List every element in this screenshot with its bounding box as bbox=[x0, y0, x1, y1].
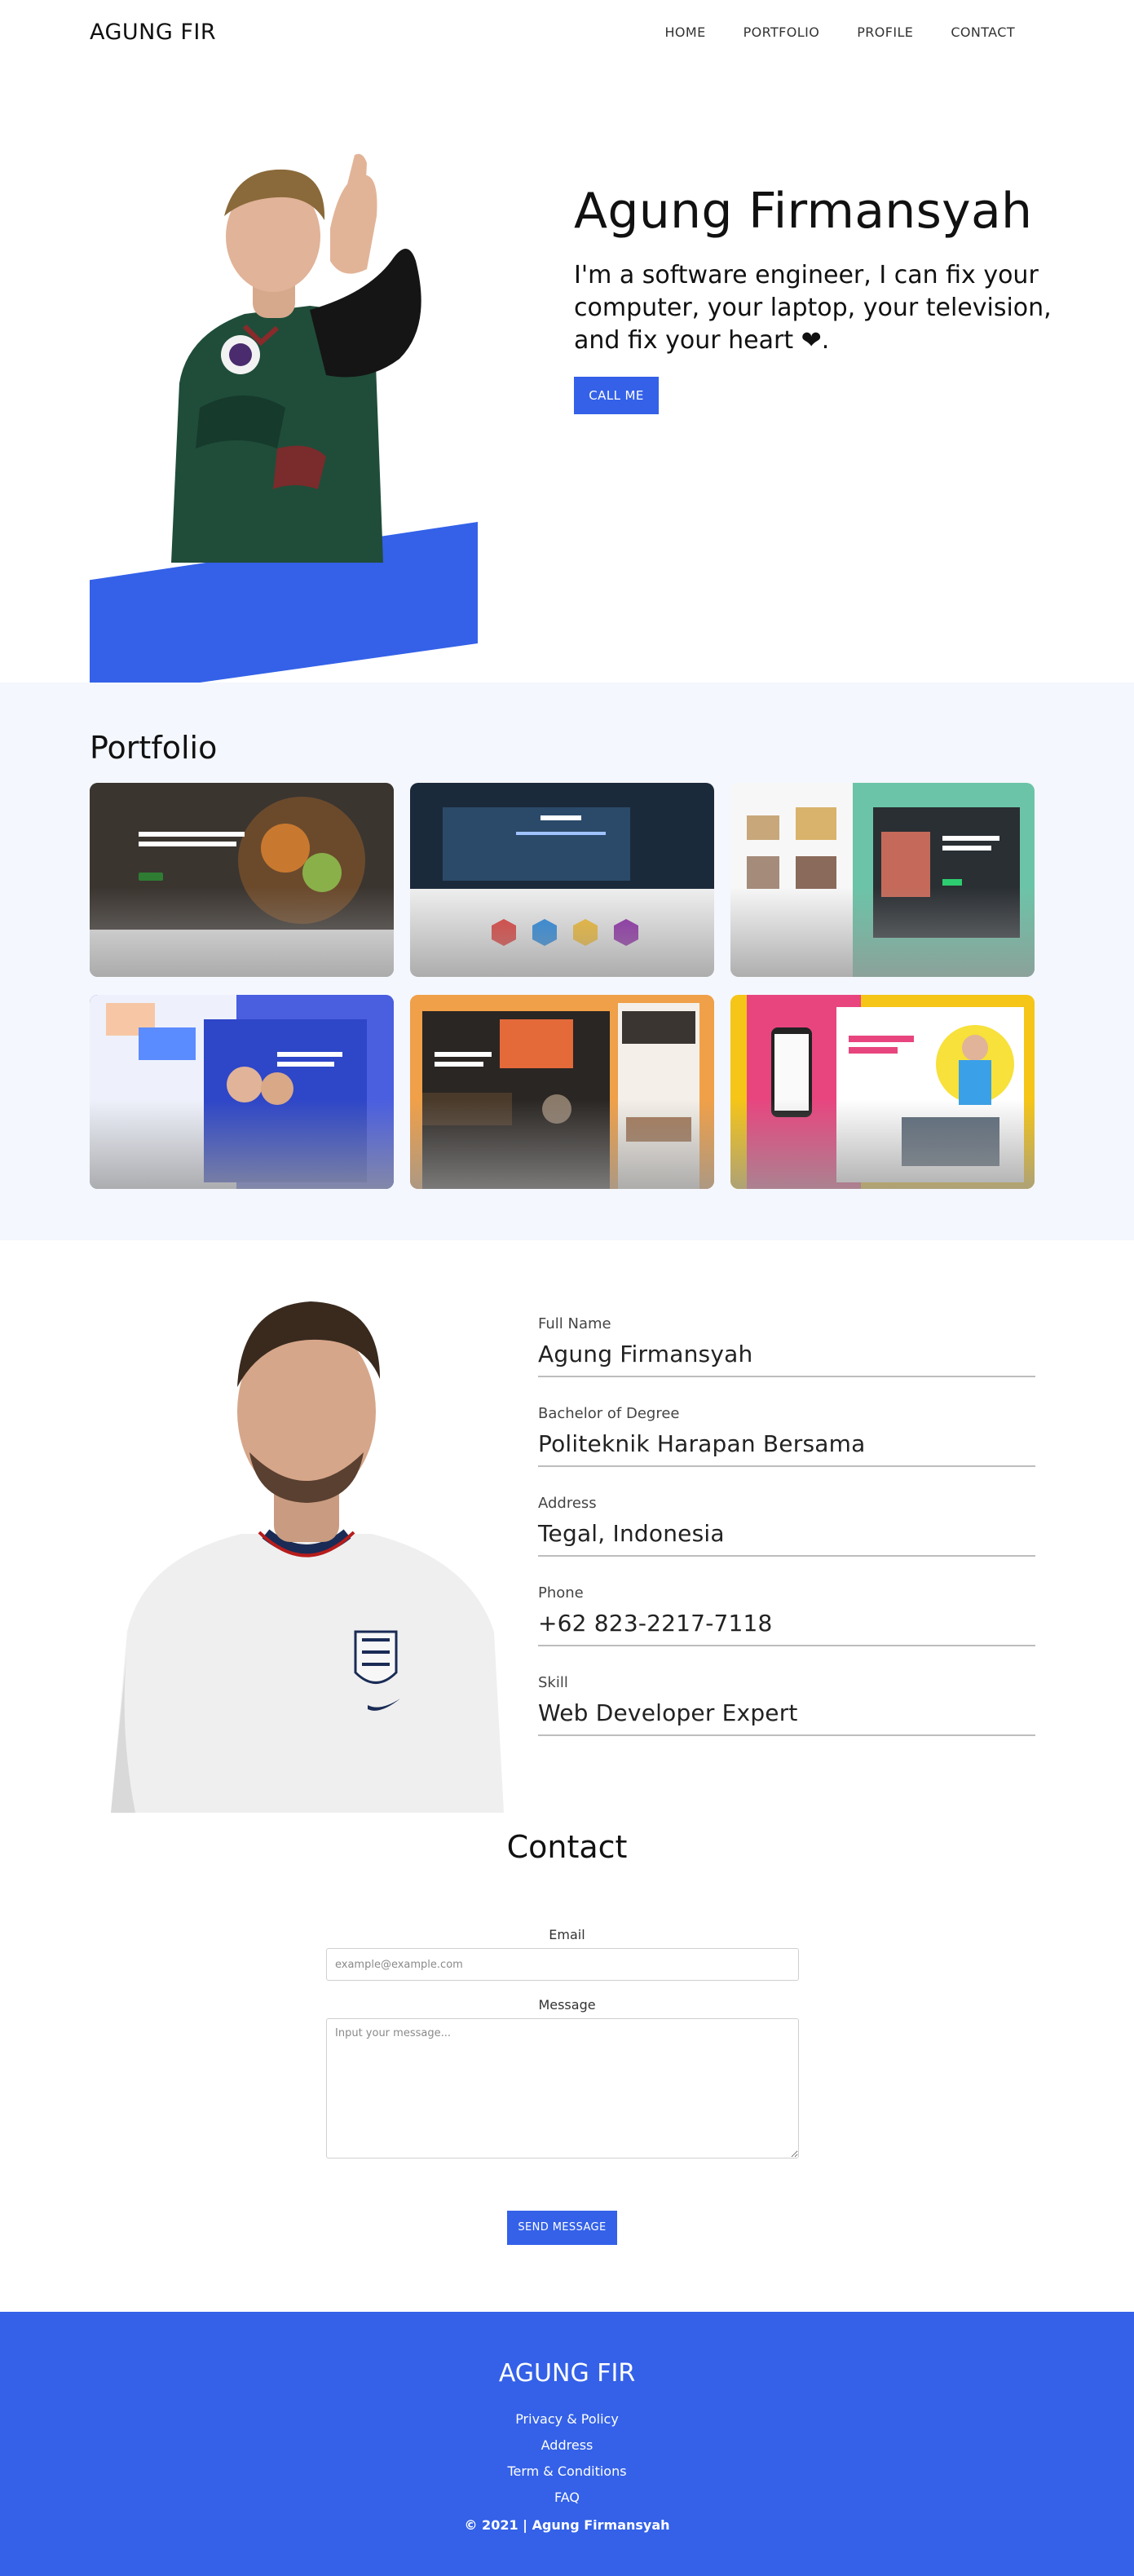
profile-field-skill: Skill Web Developer Expert bbox=[538, 1674, 1035, 1764]
profile-field-phone: Phone +62 823-2217-7118 bbox=[538, 1584, 1035, 1674]
message-label: Message bbox=[538, 1997, 596, 2013]
profile-photo bbox=[111, 1301, 504, 1813]
thumbnail-fade bbox=[90, 1099, 394, 1189]
portfolio-grid bbox=[90, 783, 1035, 1189]
profile-section: Full Name Agung Firmansyah Bachelor of D… bbox=[0, 1240, 1134, 1813]
profile-field-address: Address Tegal, Indonesia bbox=[538, 1495, 1035, 1584]
field-divider bbox=[538, 1465, 1035, 1467]
contact-section: Contact Email Message SEND MESSAGE bbox=[0, 1811, 1134, 2312]
field-value: Agung Firmansyah bbox=[538, 1341, 753, 1368]
hero-content: Agung Firmansyah I'm a software engineer… bbox=[574, 183, 1055, 414]
field-divider bbox=[538, 1645, 1035, 1646]
portfolio-item[interactable] bbox=[410, 995, 714, 1189]
nav-contact-link[interactable]: CONTACT bbox=[951, 24, 1015, 40]
field-value: Web Developer Expert bbox=[538, 1699, 798, 1726]
heart-icon: ❤ bbox=[801, 326, 822, 355]
footer-link-terms[interactable]: Term & Conditions bbox=[0, 2459, 1134, 2485]
profile-details: Full Name Agung Firmansyah Bachelor of D… bbox=[538, 1315, 1035, 1764]
nav-home-link[interactable]: HOME bbox=[664, 24, 705, 40]
brand-logo[interactable]: AGUNG FIR bbox=[90, 20, 216, 45]
hero-tagline: I'm a software engineer, I can fix your … bbox=[574, 261, 1052, 355]
footer-link-privacy[interactable]: Privacy & Policy bbox=[0, 2406, 1134, 2432]
hero-visual bbox=[90, 139, 481, 709]
field-label: Address bbox=[538, 1495, 597, 1512]
field-label: Phone bbox=[538, 1584, 584, 1602]
hero-photo bbox=[171, 153, 421, 563]
message-field[interactable] bbox=[326, 2018, 799, 2158]
field-label: Bachelor of Degree bbox=[538, 1405, 680, 1422]
contact-title: Contact bbox=[506, 1829, 628, 1865]
field-label: Skill bbox=[538, 1674, 568, 1691]
footer-brand: AGUNG FIR bbox=[498, 2359, 636, 2388]
hero-name: Agung Firmansyah bbox=[574, 183, 1033, 240]
send-message-button[interactable]: SEND MESSAGE bbox=[507, 2211, 617, 2245]
portfolio-section: Portfolio bbox=[0, 683, 1134, 1240]
field-value: Tegal, Indonesia bbox=[538, 1520, 725, 1547]
thumbnail-fade bbox=[410, 1099, 714, 1189]
portfolio-item[interactable] bbox=[730, 995, 1035, 1189]
footer-link-address[interactable]: Address bbox=[0, 2432, 1134, 2459]
footer-link-faq[interactable]: FAQ bbox=[0, 2485, 1134, 2511]
field-label: Full Name bbox=[538, 1315, 611, 1332]
thumbnail-fade bbox=[730, 1099, 1035, 1189]
thumbnail-fade bbox=[730, 887, 1035, 977]
email-label: Email bbox=[549, 1927, 585, 1942]
profile-field-full-name: Full Name Agung Firmansyah bbox=[538, 1315, 1035, 1405]
portfolio-item[interactable] bbox=[730, 783, 1035, 977]
navbar: AGUNG FIR HOME PORTFOLIO PROFILE CONTACT bbox=[0, 0, 1134, 65]
footer: AGUNG FIR Privacy & Policy Address Term … bbox=[0, 2312, 1134, 2576]
portfolio-item[interactable] bbox=[410, 783, 714, 977]
field-divider bbox=[538, 1555, 1035, 1557]
field-value: +62 823-2217-7118 bbox=[538, 1610, 773, 1637]
nav-profile-link[interactable]: PROFILE bbox=[857, 24, 913, 40]
field-divider bbox=[538, 1376, 1035, 1377]
email-field[interactable] bbox=[326, 1948, 799, 1981]
footer-copyright: © 2021 | Agung Firmansyah bbox=[464, 2517, 670, 2533]
thumbnail-fade bbox=[410, 887, 714, 977]
hero-section: Agung Firmansyah I'm a software engineer… bbox=[0, 65, 1134, 698]
portfolio-item[interactable] bbox=[90, 783, 394, 977]
call-me-button[interactable]: CALL ME bbox=[574, 377, 659, 414]
footer-links: Privacy & Policy Address Term & Conditio… bbox=[0, 2406, 1134, 2511]
field-value: Politeknik Harapan Bersama bbox=[538, 1430, 866, 1457]
profile-field-degree: Bachelor of Degree Politeknik Harapan Be… bbox=[538, 1405, 1035, 1495]
field-divider bbox=[538, 1734, 1035, 1736]
portfolio-item[interactable] bbox=[90, 995, 394, 1189]
thumbnail-fade bbox=[90, 887, 394, 977]
nav-portfolio-link[interactable]: PORTFOLIO bbox=[743, 24, 820, 40]
nav-menu: HOME PORTFOLIO PROFILE CONTACT bbox=[664, 24, 1015, 40]
portfolio-title: Portfolio bbox=[90, 730, 218, 766]
